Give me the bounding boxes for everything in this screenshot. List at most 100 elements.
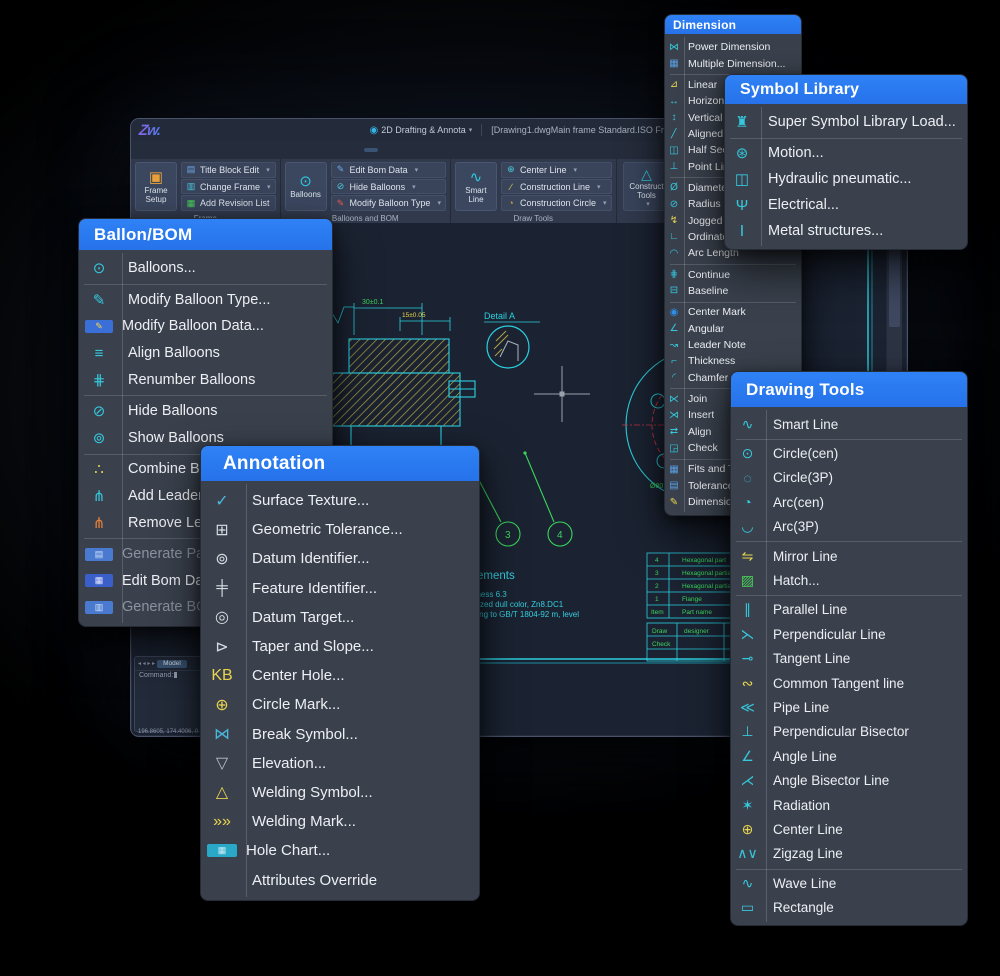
workspace-switcher[interactable]: ◉ 2D Drafting & Annota ▾ (369, 125, 472, 136)
menu-item-tangent-line[interactable]: ⊸Tangent Line (731, 647, 967, 671)
menu-item-smart-line[interactable]: ∿Smart Line (731, 412, 967, 436)
construction-line-button[interactable]: ∕Construction Line (501, 179, 612, 195)
tab-online[interactable] (304, 148, 318, 152)
menu-item-center-hole[interactable]: KBCenter Hole... (201, 661, 479, 690)
menu-item-mirror-line[interactable]: ⇋Mirror Line (731, 544, 967, 568)
hide-balloons-button[interactable]: ⊘Hide Balloons (331, 179, 446, 195)
tab-solid[interactable] (184, 148, 198, 152)
menu-item-arc-cen[interactable]: ◔Arc(cen) (731, 490, 967, 514)
menu-item-wave-line[interactable]: ∿Wave Line (731, 871, 967, 895)
menu-item-hole-chart[interactable]: ▦Hole Chart... (201, 836, 479, 865)
menu-item-motion[interactable]: ⊛Motion... (725, 140, 967, 166)
tab-insert[interactable] (214, 148, 228, 152)
tab-home[interactable] (169, 148, 183, 152)
frame-setup-button[interactable]: ▣ Frame Setup (135, 162, 177, 211)
menu-item-pipe-line[interactable]: ≪Pipe Line (731, 695, 967, 719)
menu-item-taper-and-slope[interactable]: ⊳Taper and Slope... (201, 632, 479, 661)
menu-item-multiple-dimension[interactable]: ▦Multiple Dimension... (665, 55, 801, 71)
menu-item-geometric-tolerance[interactable]: ⊞Geometric Tolerance... (201, 515, 479, 544)
drawing-tools-menu-titlebar[interactable]: Drawing Tools (731, 372, 967, 407)
menu-item-modify-balloon-type[interactable]: ✎Modify Balloon Type... (79, 287, 332, 314)
menu-item-thickness[interactable]: ⌐Thickness (665, 353, 801, 369)
menu-item-perpendicular-bisector[interactable]: ⊥Perpendicular Bisector (731, 720, 967, 744)
title-block-edit-button[interactable]: ▤Title Block Edit (181, 162, 276, 178)
tab-views[interactable] (229, 148, 243, 152)
balloons-button[interactable]: ⊙ Balloons (285, 162, 327, 211)
tab-express[interactable] (289, 148, 303, 152)
menu-item-angle-bisector-line[interactable]: ⋌Angle Bisector Line (731, 768, 967, 792)
menu-item-break-symbol[interactable]: ⋈Break Symbol... (201, 720, 479, 749)
tab-manage[interactable] (259, 148, 273, 152)
menu-item-radiation[interactable]: ✶Radiation (731, 793, 967, 817)
change-frame-button[interactable]: ▥Change Frame (181, 179, 276, 195)
layout-tab-model[interactable]: Model (157, 660, 187, 668)
svg-text:Draw: Draw (652, 628, 667, 635)
menu-separator (731, 436, 967, 441)
menu-item-parallel-line[interactable]: ∥Parallel Line (731, 598, 967, 622)
menu-item-datum-target[interactable]: ◎Datum Target... (201, 603, 479, 632)
modify-balloon-type-button[interactable]: ✎Modify Balloon Type (331, 195, 446, 211)
menu-item-modify-balloon-data[interactable]: ✎Modify Balloon Data... (79, 313, 332, 340)
edit-bom-data-button[interactable]: ✎Edit Bom Data (331, 162, 446, 178)
menu-item-surface-texture[interactable]: ✓Surface Texture... (201, 486, 479, 515)
menu-item-zigzag-line[interactable]: ∧∨Zigzag Line (731, 842, 967, 866)
dimension-label: 30±0.1 (362, 299, 383, 306)
menu-item-arc-3p[interactable]: ◡Arc(3P) (731, 515, 967, 539)
menu-item-continue[interactable]: ⋕Continue (665, 266, 801, 282)
layout-nav-arrows[interactable]: ◂ ◂ ▸ ▸ (138, 660, 155, 667)
menu-item-center-mark[interactable]: ◉Center Mark (665, 304, 801, 320)
menu-item-center-line[interactable]: ⊕Center Line (731, 817, 967, 841)
menu-item-welding-mark[interactable]: »»Welding Mark... (201, 807, 479, 836)
menu-item-common-tangent-line[interactable]: ∾Common Tangent line (731, 671, 967, 695)
tab-annotate[interactable] (199, 148, 213, 152)
text-cursor (174, 672, 177, 678)
menu-item-power-dimension[interactable]: ⋈Power Dimension (665, 39, 801, 55)
menu-item-hydraulic-pneumatic[interactable]: ◫Hydraulic pneumatic... (725, 166, 967, 192)
svg-text:Hexagonal partial: Hexagonal partial (682, 583, 733, 590)
annotation-menu-titlebar[interactable]: Annotation (201, 446, 479, 481)
tab-mechanical-drawing[interactable] (364, 148, 378, 152)
tab-arcgis[interactable] (319, 148, 333, 152)
menu-item-circle-mark[interactable]: ⊕Circle Mark... (201, 690, 479, 719)
menu-item-renumber-balloons[interactable]: ⋕Renumber Balloons (79, 366, 332, 393)
menu-item-electrical[interactable]: ΨElectrical... (725, 192, 967, 218)
menu-item-attributes-override[interactable]: Attributes Override (201, 865, 479, 894)
dimension-menu-titlebar[interactable]: Dimension (665, 15, 801, 34)
balloon-bom-menu-titlebar[interactable]: Ballon/BOM (79, 219, 332, 250)
menu-item-feature-identifier[interactable]: ╪Feature Identifier... (201, 574, 479, 603)
menu-item-angular[interactable]: ∠Angular (665, 321, 801, 337)
menu-item-align-balloons[interactable]: ≡Align Balloons (79, 340, 332, 367)
menu-item-circle-cen[interactable]: ⊙Circle(cen) (731, 441, 967, 465)
toolbar-divider (481, 124, 482, 136)
tab-export[interactable] (274, 148, 288, 152)
smart-line-button[interactable]: ∿ Smart Line (455, 162, 497, 211)
symbol-library-menu-titlebar[interactable]: Symbol Library (725, 75, 967, 104)
menu-item-hatch[interactable]: ▨Hatch... (731, 568, 967, 592)
menu-item-circle-3p[interactable]: ◌Circle(3P) (731, 466, 967, 490)
menu-item-datum-identifier[interactable]: ⊚Datum Identifier... (201, 544, 479, 573)
menu-item-hide-balloons[interactable]: ⊘Hide Balloons (79, 398, 332, 425)
scrollbar-thumb[interactable] (889, 241, 900, 327)
dimension-label: Ø80 (650, 483, 663, 490)
center-line-button[interactable]: ⊕Center Line (501, 162, 612, 178)
tab-app-plus[interactable] (334, 148, 348, 152)
menu-item-perpendicular-line[interactable]: ⋋Perpendicular Line (731, 622, 967, 646)
menu-item-super-symbol-library-load[interactable]: ♜Super Symbol Library Load... (725, 109, 967, 135)
dimension-label: 15±0.05 (402, 312, 426, 319)
add-revision-list-button[interactable]: ▦Add Revision List (181, 195, 276, 211)
menu-separator (731, 539, 967, 544)
menu-item-baseline[interactable]: ⊟Baseline (665, 283, 801, 299)
menu-item-leader-note[interactable]: ↝Leader Note (665, 337, 801, 353)
menu-item-elevation[interactable]: ▽Elevation... (201, 749, 479, 778)
construction-circle-button[interactable]: ◔Construction Circle (501, 195, 612, 211)
drawing-tools-menu: Drawing Tools ∿Smart Line ⊙Circle(cen)◌Ci… (730, 371, 968, 926)
menu-separator (79, 393, 332, 398)
tab-advanced-part-library[interactable] (349, 148, 363, 152)
menu-item-metal-structures[interactable]: ⅠMetal structures... (725, 218, 967, 244)
tab-tools[interactable] (244, 148, 258, 152)
menu-item-angle-line[interactable]: ∠Angle Line (731, 744, 967, 768)
menu-item-rectangle[interactable]: ▭Rectangle (731, 895, 967, 919)
menu-item-balloons[interactable]: ⊙Balloons... (79, 255, 332, 282)
menu-separator (725, 135, 967, 140)
menu-item-welding-symbol[interactable]: △Welding Symbol... (201, 778, 479, 807)
